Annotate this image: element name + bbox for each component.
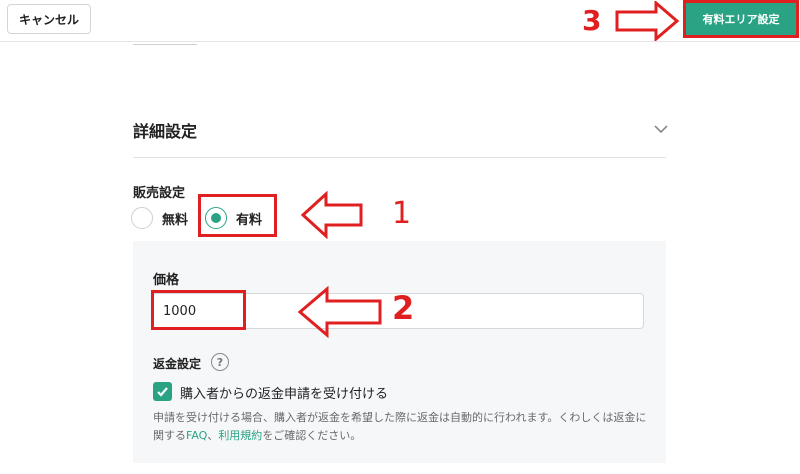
radio-free-label: 無料 [162,212,189,228]
annotation-arrow-1-icon [300,191,363,239]
previous-field-underline [133,44,197,45]
refund-checkbox[interactable] [153,382,172,401]
annotation-step-2: 2 [392,289,415,327]
terms-link[interactable]: 利用規約 [218,429,262,442]
details-section-title: 詳細設定 [133,122,198,141]
annotation-step-3: 3 [582,4,602,37]
help-icon[interactable]: ? [211,353,229,371]
refund-setting-label: 返金設定 [153,357,202,371]
annotation-arrow-2-icon [297,286,382,338]
annotation-highlight-price [151,290,246,330]
refund-note-line1: 申請を受け付ける場合、購入者が返金を希望した際に返金は自動的に行われます。くわし… [153,411,647,424]
sales-setting-label: 販売設定 [133,186,186,201]
radio-free-option[interactable]: 無料 [131,205,188,231]
refund-note-separator: 、 [207,429,219,442]
paid-area-setting-button[interactable]: 有料エリア設定 [683,0,799,38]
refund-checkbox-label: 購入者からの返金申請を受け付ける [180,387,389,402]
refund-note-prefix: 関する [153,429,186,442]
cancel-button[interactable]: キャンセル [7,4,91,34]
faq-link[interactable]: FAQ [186,429,207,442]
chevron-down-icon[interactable] [653,122,669,136]
radio-free-indicator[interactable] [131,207,153,229]
section-divider [133,157,666,158]
price-label: 価格 [153,273,180,288]
refund-note-suffix: をご確認ください。 [262,429,362,442]
top-bar: キャンセル 有料エリア設定 [0,0,800,42]
check-icon [157,387,168,397]
annotation-highlight-paid [198,194,277,237]
refund-note: 申請を受け付ける場合、購入者が返金を希望した際に返金は自動的に行われます。くわし… [153,409,653,445]
annotation-step-1: 1 [392,196,412,231]
annotation-arrow-3-icon [615,1,680,41]
